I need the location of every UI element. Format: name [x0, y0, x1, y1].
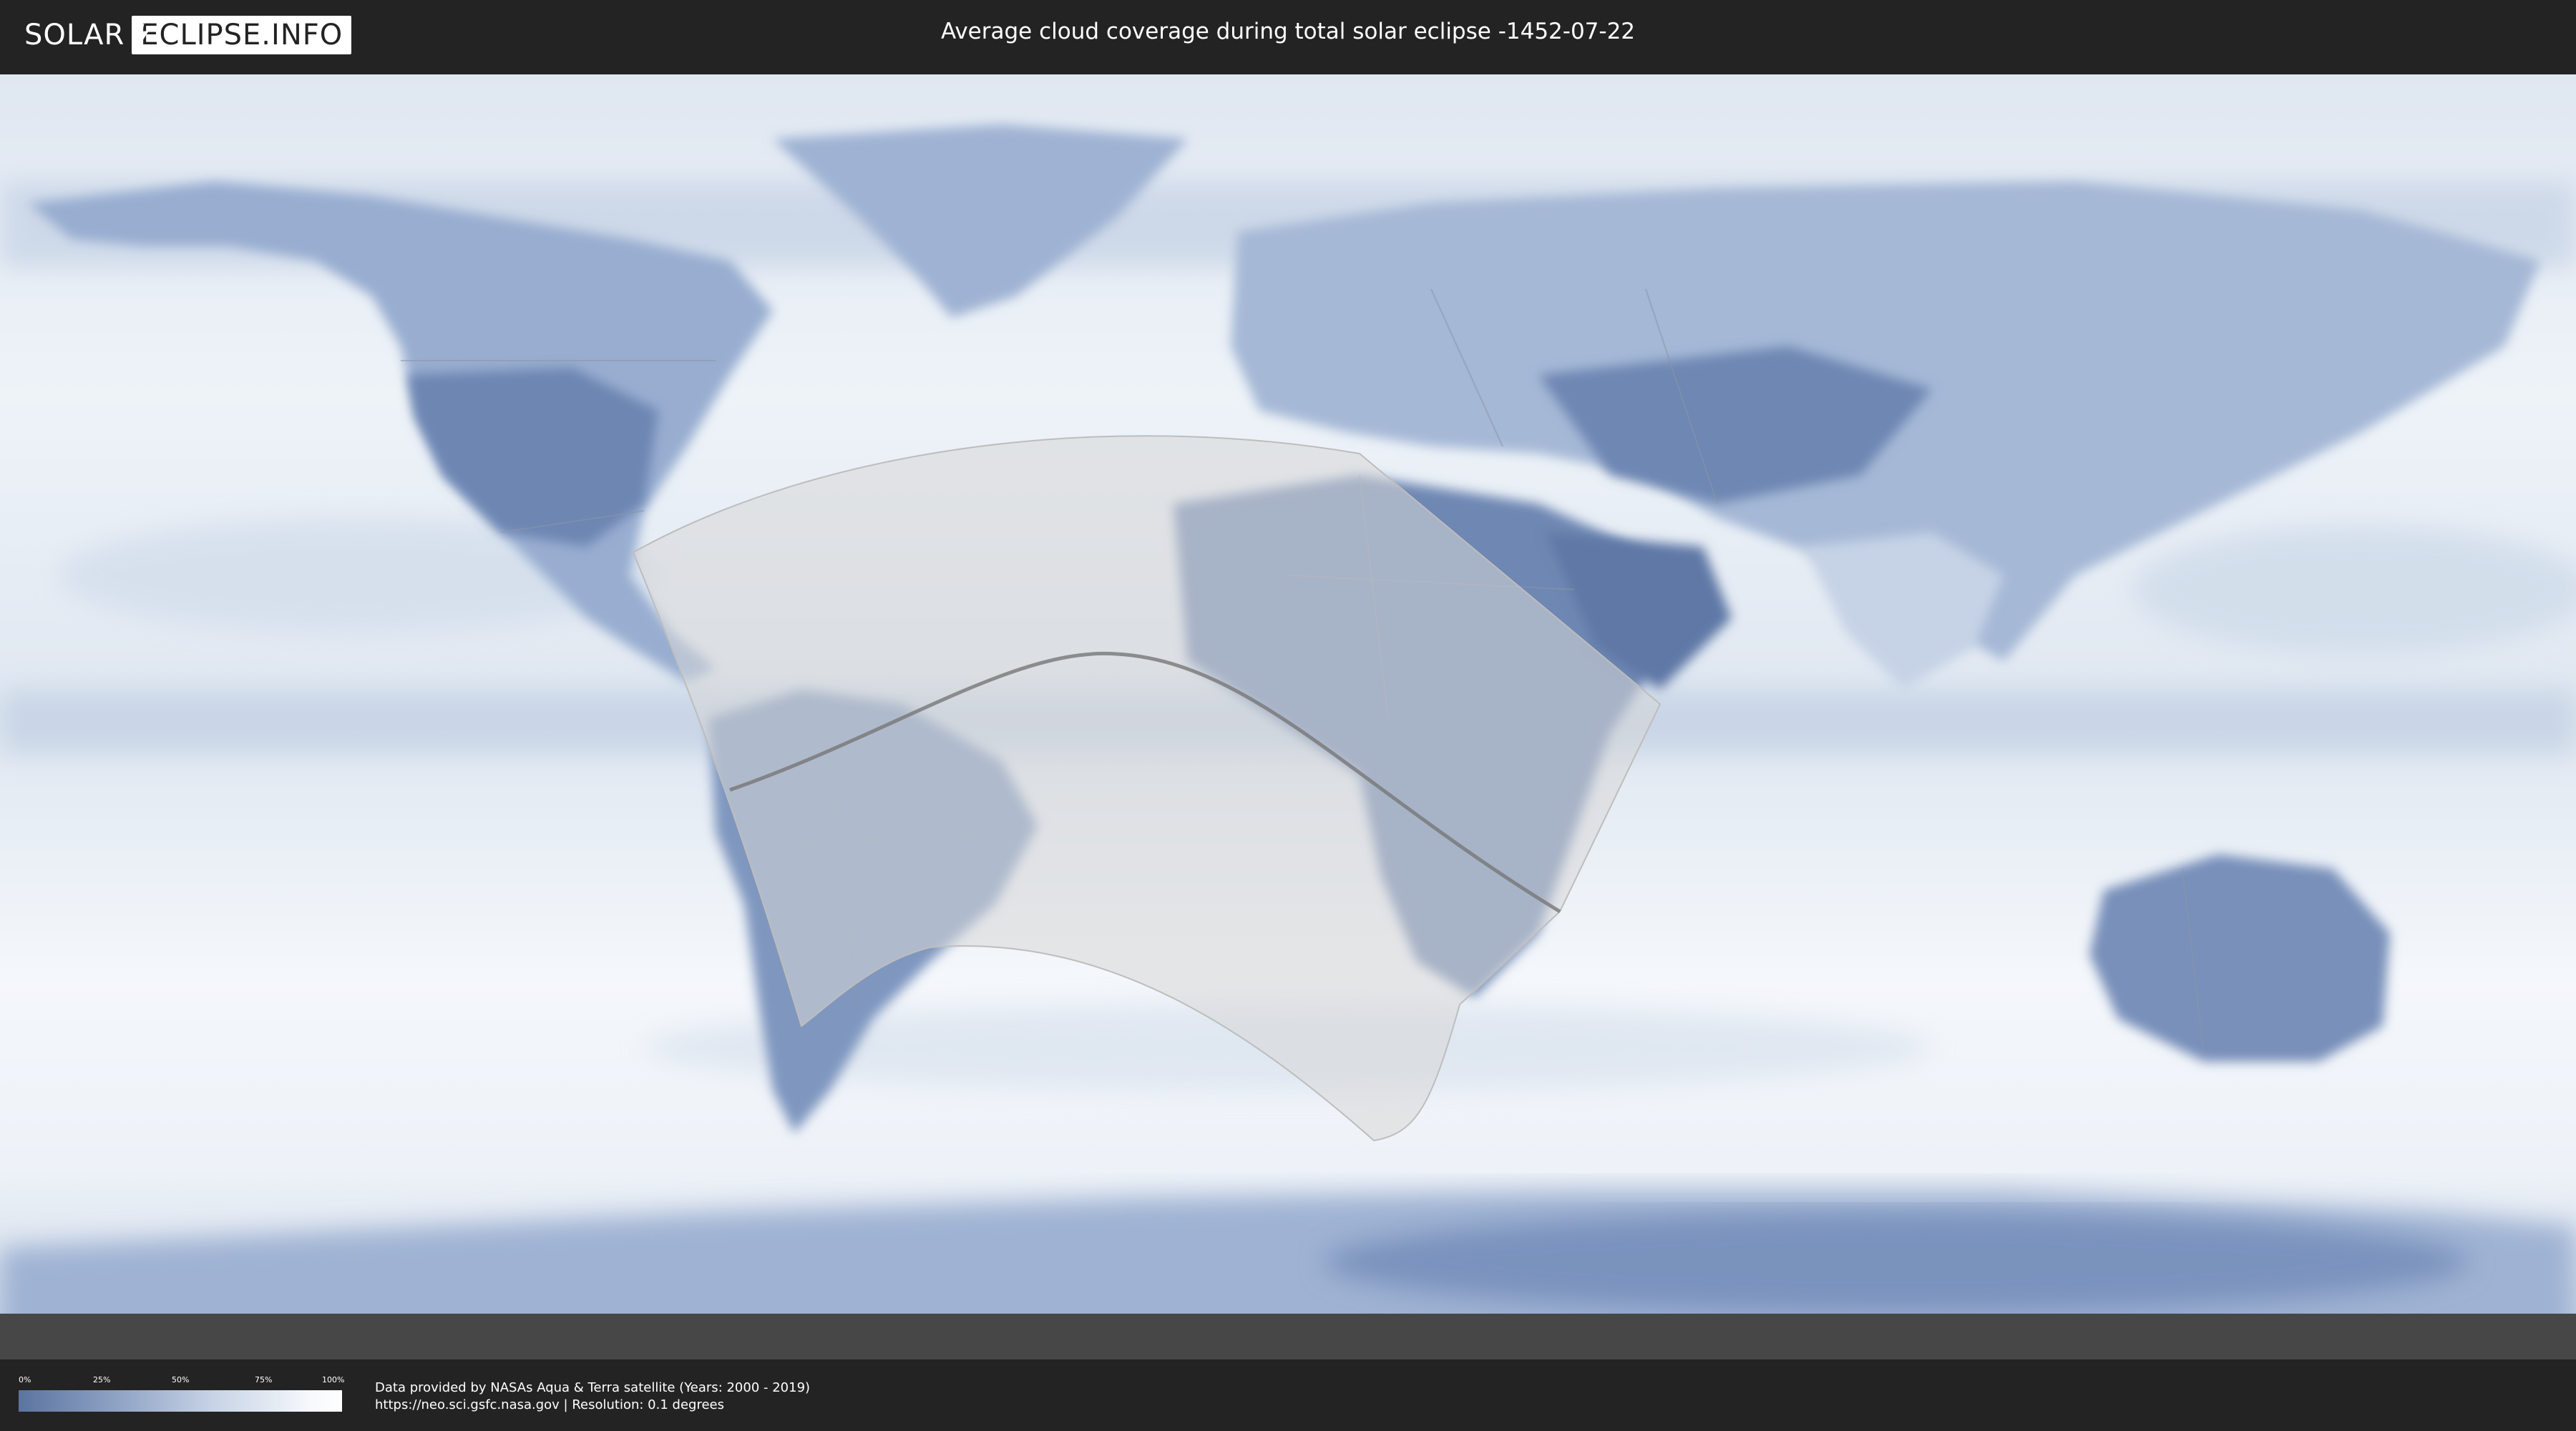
- footer-bar: 0% 25% 50% 75% 100% Data provided by NAS…: [0, 1359, 2576, 1431]
- credit-line-source: Data provided by NASAs Aqua & Terra sate…: [375, 1380, 811, 1395]
- page-title: Average cloud coverage during total sola…: [940, 19, 1636, 44]
- app-root: SOLAR ECLIPSE.INFO Average cloud coverag…: [0, 0, 2576, 1431]
- header-bar: SOLAR ECLIPSE.INFO Average cloud coverag…: [0, 0, 2576, 70]
- map-bottom-strip: [0, 1314, 2576, 1359]
- cloud-coverage-legend: 0% 25% 50% 75% 100%: [19, 1375, 345, 1415]
- legend-tick-50: 50%: [172, 1375, 190, 1384]
- legend-tick-0: 0%: [19, 1375, 31, 1384]
- east-antarctica-clear: [1324, 1212, 2469, 1312]
- legend-tick-100: 100%: [322, 1375, 345, 1384]
- legend-gradient-bar: [19, 1390, 342, 1412]
- data-credits: Data provided by NASAs Aqua & Terra sate…: [375, 1379, 810, 1414]
- credit-line-url[interactable]: https://neo.sci.gsfc.nasa.gov | Resoluti…: [375, 1397, 810, 1414]
- legend-tick-25: 25%: [93, 1375, 111, 1384]
- legend-tick-75: 75%: [255, 1375, 273, 1384]
- cloud-coverage-map[interactable]: [0, 74, 2576, 1359]
- world-map-svg: [0, 74, 2576, 1359]
